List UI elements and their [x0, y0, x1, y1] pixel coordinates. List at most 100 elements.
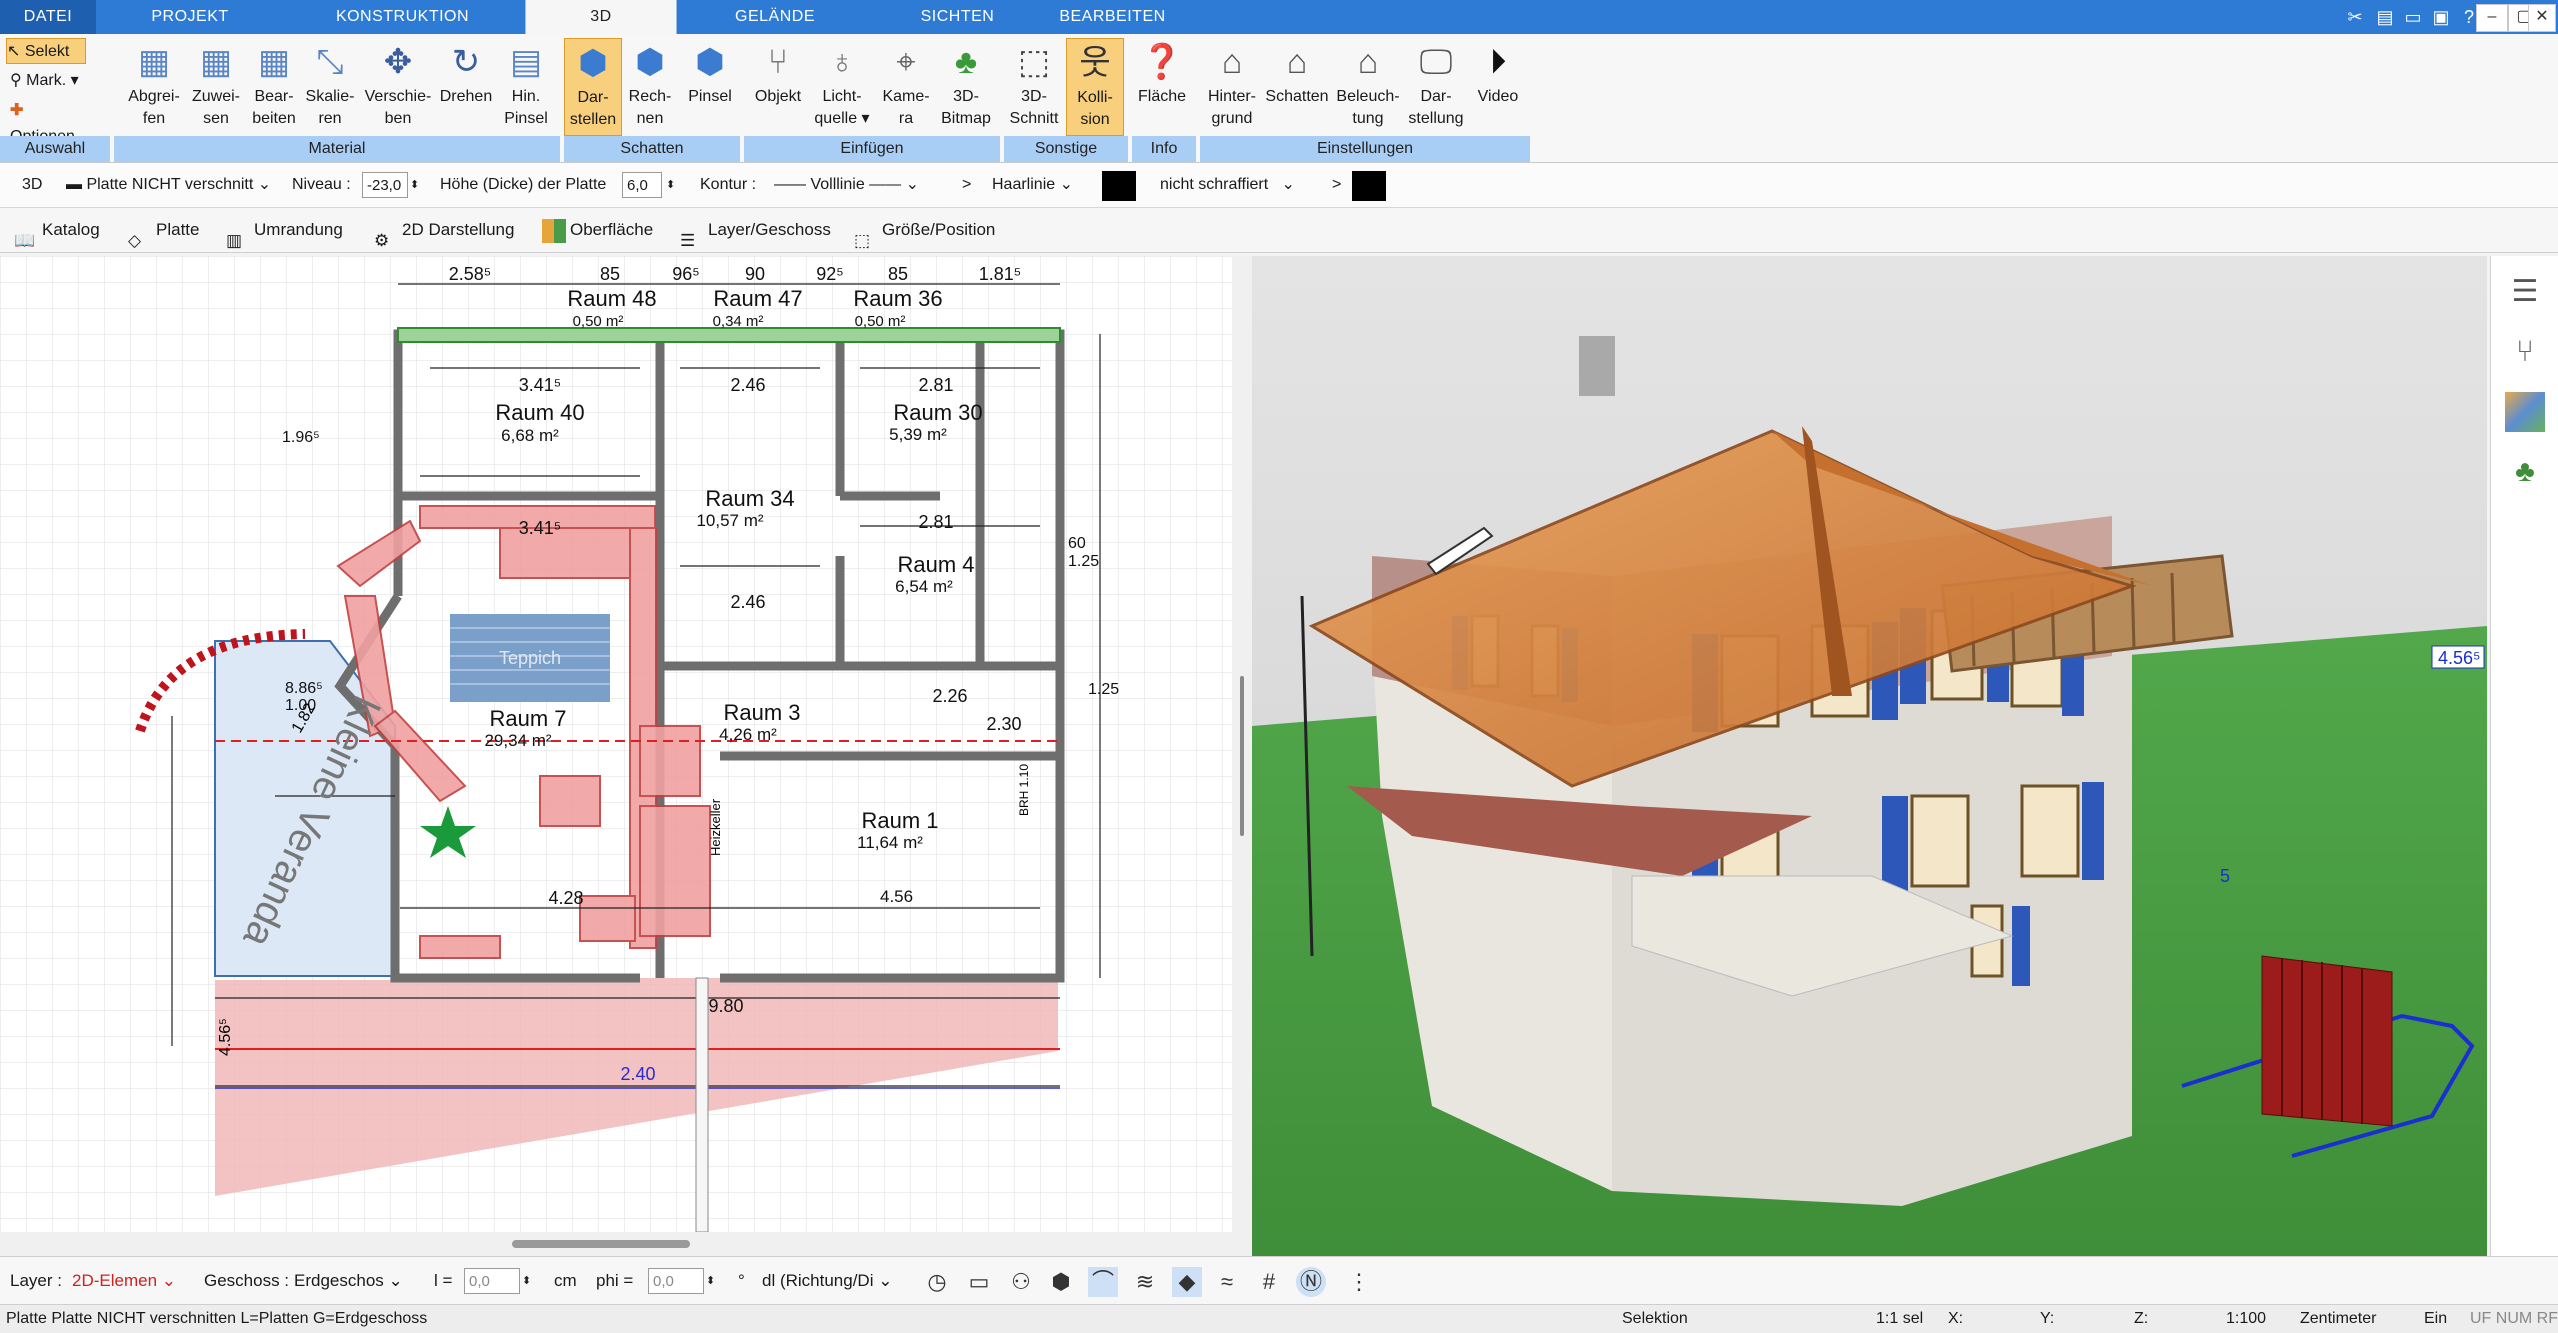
- scroll-thumb[interactable]: [512, 1240, 690, 1248]
- room-area: 11,64 m²: [857, 833, 923, 852]
- close-button[interactable]: ✕: [2528, 4, 2556, 32]
- hin-pinsel-button[interactable]: ▤ Hin. Pinsel: [496, 38, 556, 134]
- clipboard-icon[interactable]: ▤: [2372, 4, 2398, 30]
- l-spinner[interactable]: ⬍: [522, 1257, 531, 1305]
- window-icon[interactable]: ▭: [2400, 4, 2426, 30]
- schraffur-select[interactable]: nicht schraffiert ⌄: [1160, 163, 1295, 207]
- bearbeiten-button[interactable]: ▦ Bear-beiten: [246, 38, 302, 134]
- layers-icon[interactable]: ☰: [2505, 272, 2545, 312]
- 3d-viewport[interactable]: 4.56⁵ 5: [1252, 256, 2487, 1256]
- verschieben-button[interactable]: ✥ Verschie-ben: [358, 38, 438, 134]
- objekt-button[interactable]: ⑂ Objekt: [748, 38, 808, 134]
- tab-sichten[interactable]: SICHTEN: [880, 0, 1035, 34]
- line-color-swatch[interactable]: [1102, 171, 1136, 201]
- kontur-select[interactable]: —— Volllinie —— ⌄: [774, 163, 919, 207]
- view-splitter[interactable]: [1232, 256, 1252, 1256]
- tools-icon[interactable]: ✂: [2342, 4, 2368, 30]
- beleuchtung-button[interactable]: ⌂ Beleuch-tung: [1334, 38, 1402, 134]
- floor-plan-drawing: Teppich 2.58⁵ 85 96⁵ 90 92⁵ 85 1.81⁵ 3.4…: [0, 256, 1232, 1232]
- hintergrund-button[interactable]: ⌂ Hinter-grund: [1200, 38, 1264, 134]
- snap-icon[interactable]: ⌒: [1088, 1267, 1118, 1297]
- groesse-position-button[interactable]: ⬚ Größe/Position: [854, 208, 995, 252]
- zuweisen-button[interactable]: ▦ Zuwei-sen: [186, 38, 246, 134]
- 2d-darstellung-button[interactable]: ⚙ 2D Darstellung: [374, 208, 514, 252]
- darstellen-button[interactable]: ⬢ Dar-stellen: [564, 38, 622, 136]
- kollision-button[interactable]: 웃 Kolli-sion: [1066, 38, 1124, 136]
- umrandung-button[interactable]: ▥ Umrandung: [226, 208, 343, 252]
- tree-icon[interactable]: ♣: [2505, 452, 2545, 492]
- plate-view-icon[interactable]: ◆: [1172, 1267, 1202, 1297]
- skalieren-button[interactable]: ⤡ Skalie-ren: [302, 38, 358, 134]
- rechnen-button[interactable]: ⬢ Rech-nen: [622, 38, 678, 134]
- niveau-label: Niveau :: [292, 176, 351, 193]
- mark-button[interactable]: ⚲ Mark. ▾: [10, 68, 79, 94]
- darstellung-button[interactable]: 🖵 Dar-stellung: [1402, 38, 1470, 134]
- abgreifen-button[interactable]: ▦ Abgrei-fen: [122, 38, 186, 134]
- walk-icon[interactable]: ⚇: [1006, 1267, 1036, 1297]
- plate-type-select[interactable]: ▬ Platte NICHT verschnitt ⌄: [66, 163, 271, 207]
- tab-bearbeiten[interactable]: BEARBEITEN: [1040, 0, 1185, 34]
- schnitt-button[interactable]: ⬚ 3D- Schnitt: [1004, 38, 1064, 134]
- schraffur-arrow[interactable]: >: [1332, 163, 1341, 207]
- kontur-arrow[interactable]: >: [962, 163, 971, 207]
- plan-horizontal-scrollbar[interactable]: [0, 1232, 1232, 1256]
- heizkeller-label: Heizkeller: [708, 798, 723, 856]
- fill-color-swatch[interactable]: [1352, 171, 1386, 201]
- katalog-button[interactable]: 📖 Katalog: [14, 208, 100, 252]
- plate-icon: ▬: [66, 176, 82, 193]
- room-name: Raum 4: [897, 552, 974, 577]
- niveau-input[interactable]: -23,0: [362, 172, 408, 198]
- label-line: Rech-: [628, 88, 672, 105]
- schatten-button[interactable]: ⌂ Schatten: [1262, 38, 1332, 134]
- drehen-button[interactable]: ↻ Drehen: [436, 38, 496, 134]
- surface-catalog-icon[interactable]: [2505, 392, 2545, 432]
- tab-gelaende[interactable]: GELÄNDE: [690, 0, 860, 34]
- label-line: Pinsel: [688, 88, 732, 105]
- monitor-icon[interactable]: ▭: [964, 1267, 994, 1297]
- hoehe-spinner[interactable]: ⬍: [666, 163, 675, 207]
- select-button[interactable]: ↖ Selekt: [6, 38, 86, 64]
- haarlinie-select[interactable]: Haarlinie ⌄: [992, 163, 1073, 207]
- bitmap-button[interactable]: ♣ 3D- Bitmap: [936, 38, 996, 134]
- north-icon[interactable]: Ⓝ: [1296, 1267, 1326, 1297]
- tab-projekt[interactable]: PROJEKT: [110, 0, 270, 34]
- layer-select[interactable]: 2D-Elemen ⌄: [72, 1257, 176, 1305]
- minimize-button[interactable]: –: [2476, 4, 2508, 32]
- l-input[interactable]: 0,0: [464, 1268, 520, 1294]
- save-icon[interactable]: ▣: [2428, 4, 2454, 30]
- more-icon[interactable]: ⋮: [1344, 1267, 1374, 1297]
- tab-3d[interactable]: 3D: [525, 0, 677, 34]
- tab-konstruktion[interactable]: KONSTRUKTION: [300, 0, 505, 34]
- lines-icon[interactable]: ≈: [1212, 1267, 1242, 1297]
- phi-spinner[interactable]: ⬍: [706, 1257, 715, 1305]
- dim-label: 2.40: [620, 1064, 655, 1084]
- flaeche-button[interactable]: ❓ Fläche: [1132, 38, 1192, 134]
- floor-plan-canvas[interactable]: Teppich 2.58⁵ 85 96⁵ 90 92⁵ 85 1.81⁵ 3.4…: [0, 256, 1232, 1232]
- hoehe-input[interactable]: 6,0: [622, 172, 662, 198]
- kamera-button[interactable]: ⌖ Kame-ra: [876, 38, 936, 134]
- oberflaeche-button[interactable]: Oberfläche: [542, 208, 653, 252]
- phi-input[interactable]: 0,0: [648, 1268, 704, 1294]
- options-button[interactable]: ✚ Optionen: [10, 98, 88, 145]
- splitter-handle[interactable]: [1240, 676, 1244, 836]
- lichtquelle-button[interactable]: ♁ Licht-quelle ▾: [810, 38, 874, 134]
- video-button[interactable]: ⏵ Video: [1470, 38, 1526, 134]
- tab-datei[interactable]: DATEI: [0, 0, 96, 34]
- pinsel-button[interactable]: ⬢ Pinsel: [680, 38, 740, 134]
- grid-icon[interactable]: #: [1254, 1267, 1284, 1297]
- niveau-spinner[interactable]: ⬍: [410, 163, 419, 207]
- geschoss-select[interactable]: Erdgeschos ⌄: [294, 1257, 403, 1305]
- hatch-icon[interactable]: ≋: [1130, 1267, 1160, 1297]
- dim-label: 1.25: [1088, 681, 1119, 698]
- dim-label: 2.81: [918, 375, 953, 395]
- plate-type-value: Platte NICHT verschnitt: [86, 176, 254, 193]
- platte-button[interactable]: ◇ Platte: [128, 208, 199, 252]
- label-line: Schatten: [1265, 88, 1329, 105]
- layer-geschoss-button[interactable]: ☰ Layer/Geschoss: [680, 208, 831, 252]
- group-material: Material: [114, 136, 560, 162]
- chair-icon[interactable]: ⑂: [2505, 332, 2545, 372]
- clock-icon[interactable]: ◷: [922, 1267, 952, 1297]
- cube-icon[interactable]: ⬢: [1046, 1267, 1076, 1297]
- room-area: 0,34 m²: [713, 313, 764, 330]
- dl-select[interactable]: dl (Richtung/Di ⌄: [762, 1257, 892, 1305]
